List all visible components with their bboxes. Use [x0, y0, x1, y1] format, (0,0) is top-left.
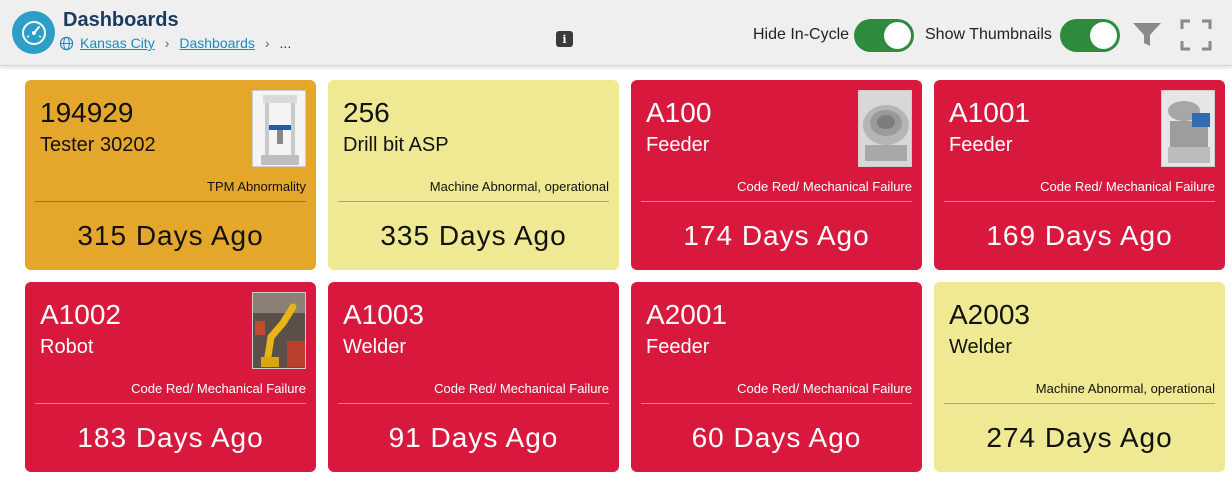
breadcrumb-separator: › [264, 35, 270, 51]
machine-card[interactable]: A2003 Welder Machine Abnormal, operation… [934, 282, 1225, 472]
machine-status: TPM Abnormality [207, 179, 306, 194]
divider [944, 403, 1215, 404]
machine-name: Drill bit ASP [343, 134, 449, 156]
machine-card[interactable]: 194929 Tester 30202 TPM Abnormality 315 … [25, 80, 316, 270]
machine-id: A2003 [949, 299, 1030, 330]
toggle-knob [1090, 22, 1117, 49]
page-title: Dashboards [63, 9, 179, 31]
machine-status: Code Red/ Mechanical Failure [737, 381, 912, 396]
machine-id: A1003 [343, 299, 424, 330]
globe-icon [59, 36, 74, 50]
machine-card[interactable]: A1003 Welder Code Red/ Mechanical Failur… [328, 282, 619, 472]
machine-card[interactable]: A1001 Feeder Code Red/ Mechanical Failur… [934, 80, 1225, 270]
dashboard-gauge-icon[interactable] [12, 11, 55, 54]
days-ago: 60 Days Ago [691, 422, 862, 453]
hide-in-cycle-label: Hide In-Cycle [753, 26, 850, 43]
days-ago: 174 Days Ago [683, 220, 870, 251]
machine-name: Welder [949, 336, 1012, 358]
divider [338, 201, 609, 202]
machine-id: A1001 [949, 97, 1030, 128]
machine-name: Feeder [646, 336, 710, 358]
machine-id: 256 [343, 97, 390, 128]
divider [35, 403, 306, 404]
machine-name: Tester 30202 [40, 134, 156, 156]
breadcrumb: Kansas City › Dashboards › ... [59, 35, 291, 51]
machine-card[interactable]: 256 Drill bit ASP Machine Abnormal, oper… [328, 80, 619, 270]
days-ago: 183 Days Ago [77, 422, 264, 453]
machine-status: Code Red/ Mechanical Failure [434, 381, 609, 396]
breadcrumb-link-dashboards[interactable]: Dashboards [179, 35, 255, 51]
days-ago: 91 Days Ago [388, 422, 559, 453]
days-ago: 169 Days Ago [986, 220, 1173, 251]
machine-status: Code Red/ Mechanical Failure [1040, 179, 1215, 194]
toggle-knob [884, 22, 911, 49]
machine-id: 194929 [40, 97, 134, 128]
machine-status: Machine Abnormal, operational [429, 179, 609, 194]
divider [641, 403, 912, 404]
machine-card[interactable]: A2001 Feeder Code Red/ Mechanical Failur… [631, 282, 922, 472]
machine-thumbnail [252, 90, 306, 167]
breadcrumb-ellipsis[interactable]: ... [280, 35, 292, 51]
machine-thumbnail [252, 292, 306, 369]
machine-thumbnail [858, 90, 912, 167]
machine-status: Code Red/ Mechanical Failure [131, 381, 306, 396]
machine-name: Robot [40, 336, 94, 358]
machine-status: Code Red/ Mechanical Failure [737, 179, 912, 194]
show-thumbnails-label: Show Thumbnails [925, 26, 1052, 43]
machine-card[interactable]: A1002 Robot Code Red/ Mechanical Failure… [25, 282, 316, 472]
machine-id: A2001 [646, 299, 727, 330]
breadcrumb-link-location[interactable]: Kansas City [80, 35, 155, 51]
divider [944, 201, 1215, 202]
days-ago: 315 Days Ago [77, 220, 264, 251]
divider [338, 403, 609, 404]
top-bar: Dashboards Kansas City › Dashboards › ..… [0, 0, 1232, 66]
machine-card[interactable]: A100 Feeder Code Red/ Mechanical Failure… [631, 80, 922, 270]
machine-id: A100 [646, 97, 712, 128]
machine-thumbnail [1161, 90, 1215, 167]
fullscreen-icon[interactable] [1180, 19, 1212, 51]
divider [641, 201, 912, 202]
machine-name: Feeder [949, 134, 1013, 156]
days-ago: 335 Days Ago [380, 220, 567, 251]
breadcrumb-separator: › [164, 35, 170, 51]
machine-name: Feeder [646, 134, 710, 156]
info-icon[interactable]: i [556, 31, 573, 47]
days-ago: 274 Days Ago [986, 422, 1173, 453]
hide-in-cycle-toggle[interactable] [854, 19, 914, 52]
divider [35, 201, 306, 202]
show-thumbnails-toggle[interactable] [1060, 19, 1120, 52]
machine-name: Welder [343, 336, 406, 358]
filter-icon[interactable] [1132, 22, 1162, 48]
machine-status: Machine Abnormal, operational [1035, 381, 1215, 396]
machine-id: A1002 [40, 299, 121, 330]
